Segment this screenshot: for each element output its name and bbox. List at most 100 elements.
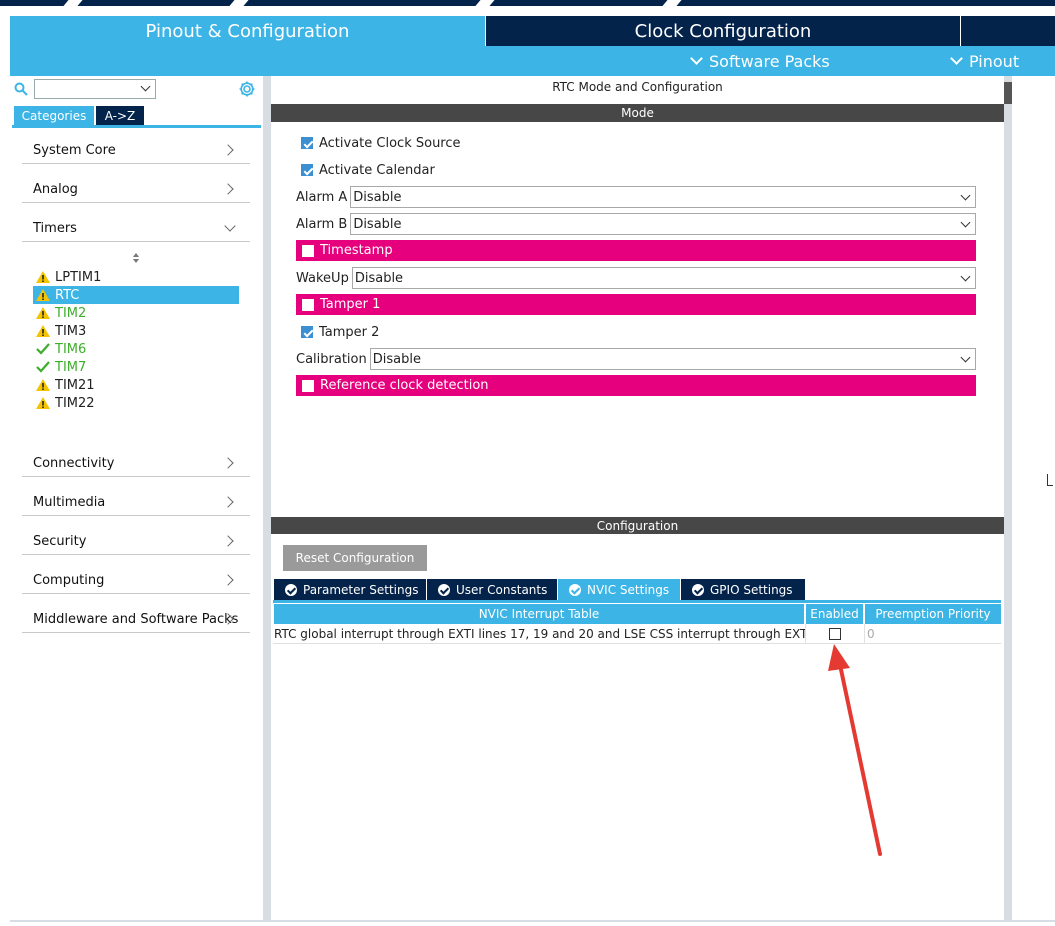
alarm-b-dropdown[interactable]: Disable xyxy=(350,213,976,235)
software-packs-menu[interactable]: Software Packs xyxy=(690,46,830,76)
pinout-label: Pinout xyxy=(969,51,1020,71)
category-label: Multimedia xyxy=(33,495,106,510)
timer-item-tim21[interactable]: TIM21 xyxy=(33,376,239,394)
reset-configuration-button[interactable]: Reset Configuration xyxy=(283,545,427,571)
category-label: Analog xyxy=(33,182,78,197)
tab-underline xyxy=(12,125,261,128)
tamper-1-checkbox[interactable]: Tamper 1 xyxy=(296,294,976,315)
category-label: Computing xyxy=(33,573,105,588)
configuration-section-header: Configuration xyxy=(271,517,1004,534)
tamper-2-checkbox[interactable]: Tamper 2 xyxy=(301,323,379,341)
timer-item-tim7[interactable]: TIM7 xyxy=(33,358,239,376)
chevron-right-icon xyxy=(222,183,234,195)
warning-icon xyxy=(36,379,50,391)
activate-calendar-checkbox[interactable]: Activate Calendar xyxy=(301,161,435,179)
search-input[interactable] xyxy=(34,79,156,99)
timestamp-checkbox[interactable]: Timestamp xyxy=(296,240,976,261)
category-label: Security xyxy=(33,534,87,549)
annotation-arrow-icon xyxy=(828,644,882,856)
chevron-down-icon xyxy=(960,190,971,201)
warning-icon xyxy=(36,397,50,409)
timer-item-tim2[interactable]: TIM2 xyxy=(33,304,239,322)
tab-categories[interactable]: Categories xyxy=(14,106,94,125)
category-middleware[interactable]: Middleware and Software Packs xyxy=(22,607,250,633)
category-label: Middleware and Software Packs xyxy=(33,612,239,627)
chevron-right-icon xyxy=(222,496,234,508)
pinout-menu[interactable]: Pinout xyxy=(950,46,1020,76)
chevron-right-icon xyxy=(222,535,234,547)
timer-item-rtc[interactable]: RTC xyxy=(33,286,239,304)
chevron-right-icon xyxy=(222,144,234,156)
software-packs-label: Software Packs xyxy=(709,51,830,71)
tab-user-constants[interactable]: User Constants xyxy=(427,579,557,600)
warning-icon xyxy=(36,289,50,301)
edge-corner-mark xyxy=(1047,474,1053,486)
tab-a-z[interactable]: A->Z xyxy=(96,106,144,125)
right-splitter[interactable] xyxy=(1004,76,1012,920)
check-icon xyxy=(36,361,50,373)
check-icon xyxy=(36,343,50,355)
gear-icon[interactable] xyxy=(238,80,256,98)
left-splitter[interactable] xyxy=(263,76,271,920)
sort-icon[interactable] xyxy=(131,252,141,264)
warning-icon xyxy=(36,307,50,319)
sub-toolbar: Software Packs Pinout xyxy=(10,46,1055,76)
reference-clock-detection-checkbox[interactable]: Reference clock detection xyxy=(296,375,976,396)
warning-icon xyxy=(36,325,50,337)
category-analog[interactable]: Analog xyxy=(22,177,250,203)
warning-icon xyxy=(36,271,50,283)
search-icon[interactable] xyxy=(14,82,28,96)
tab-pinout-configuration[interactable]: Pinout & Configuration xyxy=(10,16,485,46)
tab-gpio-settings[interactable]: GPIO Settings xyxy=(681,579,805,600)
alarm-a-select[interactable]: Alarm A Disable xyxy=(296,186,976,208)
chevron-right-icon xyxy=(222,574,234,586)
tab-more[interactable] xyxy=(961,16,1055,46)
chevron-down-icon xyxy=(960,217,971,228)
column-header-interrupt[interactable]: NVIC Interrupt Table xyxy=(274,604,804,624)
wakeup-select[interactable]: WakeUp Disable xyxy=(296,267,976,289)
panel-title: RTC Mode and Configuration xyxy=(552,80,723,94)
category-connectivity[interactable]: Connectivity xyxy=(22,451,250,477)
check-circle-icon xyxy=(438,583,450,596)
calibration-select[interactable]: Calibration Disable xyxy=(296,348,976,370)
category-computing[interactable]: Computing xyxy=(22,568,250,594)
category-label: Timers xyxy=(33,221,77,236)
activate-clock-source-checkbox[interactable]: Activate Clock Source xyxy=(301,134,461,152)
checkbox-checked[interactable] xyxy=(301,137,313,149)
category-multimedia[interactable]: Multimedia xyxy=(22,490,250,516)
column-header-preemption-priority[interactable]: Preemption Priority xyxy=(865,604,1001,624)
category-security[interactable]: Security xyxy=(22,529,250,555)
chevron-right-icon xyxy=(222,457,234,469)
category-timers[interactable]: Timers xyxy=(22,216,250,242)
checkbox-unchecked[interactable] xyxy=(302,298,314,311)
checkbox-checked[interactable] xyxy=(301,164,313,176)
checkbox-unchecked[interactable] xyxy=(302,244,314,257)
timer-item-lptim1[interactable]: LPTIM1 xyxy=(33,268,239,286)
chevron-down-icon xyxy=(140,81,151,92)
checkbox-unchecked[interactable] xyxy=(302,379,314,392)
tab-parameter-settings[interactable]: Parameter Settings xyxy=(274,579,426,600)
top-strip xyxy=(0,0,1055,6)
check-circle-icon xyxy=(285,583,297,596)
tab-nvic-settings[interactable]: NVIC Settings xyxy=(558,579,680,600)
checkbox-checked[interactable] xyxy=(301,326,313,338)
column-header-enabled[interactable]: Enabled xyxy=(806,604,863,624)
calibration-dropdown[interactable]: Disable xyxy=(369,348,976,370)
chevron-down-icon xyxy=(960,352,971,363)
tab-clock-configuration[interactable]: Clock Configuration xyxy=(486,16,960,46)
alarm-b-select[interactable]: Alarm B Disable xyxy=(296,213,976,235)
check-circle-icon xyxy=(569,583,581,596)
category-system-core[interactable]: System Core xyxy=(22,138,250,164)
table-row-interrupt-name[interactable]: RTC global interrupt through EXTI lines … xyxy=(273,624,805,644)
timer-item-tim6[interactable]: TIM6 xyxy=(33,340,239,358)
tab-underline xyxy=(273,600,1001,603)
chevron-down-icon xyxy=(690,52,703,65)
enabled-checkbox[interactable] xyxy=(829,627,841,640)
timer-item-tim22[interactable]: TIM22 xyxy=(33,394,239,412)
chevron-down-icon xyxy=(960,271,971,282)
category-label: Connectivity xyxy=(33,456,115,471)
timer-item-tim3[interactable]: TIM3 xyxy=(33,322,239,340)
splitter-grip-icon[interactable] xyxy=(1004,82,1012,104)
wakeup-dropdown[interactable]: Disable xyxy=(351,267,976,289)
alarm-a-dropdown[interactable]: Disable xyxy=(350,186,976,208)
